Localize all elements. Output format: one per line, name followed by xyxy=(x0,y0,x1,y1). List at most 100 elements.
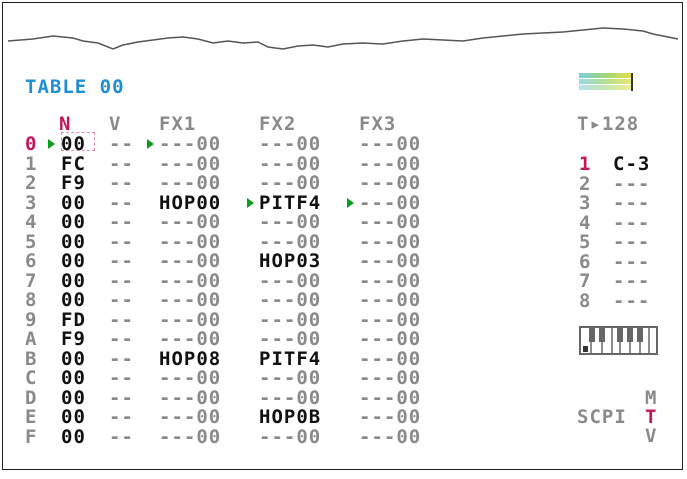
volume-cell[interactable]: -- xyxy=(109,174,134,193)
fx1-cell[interactable]: ---00 xyxy=(159,291,221,310)
row-index: E xyxy=(25,406,38,428)
row-index: 8 xyxy=(25,289,38,311)
fx1-cell[interactable]: ---00 xyxy=(159,330,221,349)
fx2-cell[interactable]: PITF4 xyxy=(259,193,321,213)
fx2-cell[interactable]: ---00 xyxy=(259,174,321,193)
fx1-cell[interactable]: ---00 xyxy=(159,427,221,447)
screen-map-bottom[interactable]: V xyxy=(645,427,657,446)
fx3-cell[interactable]: ---00 xyxy=(359,291,421,310)
volume-cell[interactable]: -- xyxy=(109,291,134,310)
fx3-cell[interactable]: ---00 xyxy=(359,232,421,252)
volume-meter xyxy=(579,73,633,91)
fx1-cell[interactable]: ---00 xyxy=(159,154,221,174)
volume-cell[interactable]: -- xyxy=(109,193,134,213)
fx3-cell[interactable]: ---00 xyxy=(359,349,421,369)
volume-cell[interactable]: -- xyxy=(109,310,134,330)
volume-cell[interactable]: -- xyxy=(109,232,134,252)
note-cell[interactable]: 00 xyxy=(61,252,86,271)
note-cell[interactable]: 00 xyxy=(61,213,86,232)
fx2-cell[interactable]: ---00 xyxy=(259,154,321,174)
volume-cell[interactable]: -- xyxy=(109,330,134,349)
volume-cell[interactable]: -- xyxy=(109,252,134,271)
tempo-indicator[interactable]: T▸128 xyxy=(577,115,639,134)
fx3-cell[interactable]: ---00 xyxy=(359,193,421,213)
screen-map-left[interactable]: SCPI xyxy=(577,408,627,427)
fx1-cell[interactable]: ---00 xyxy=(159,310,221,330)
channel-index: 5 xyxy=(579,231,592,253)
row-index: 2 xyxy=(25,172,38,194)
play-position-arrow-icon xyxy=(48,139,55,149)
fx1-cell[interactable]: ---00 xyxy=(159,369,221,388)
fx3-cell[interactable]: ---00 xyxy=(359,154,421,174)
volume-cell[interactable]: -- xyxy=(109,154,134,174)
fx1-cell[interactable]: ---00 xyxy=(159,232,221,252)
fx1-cell[interactable]: ---00 xyxy=(159,271,221,291)
volume-cell[interactable]: -- xyxy=(109,427,134,447)
fx2-cell[interactable]: ---00 xyxy=(259,369,321,388)
row-index: A xyxy=(25,328,38,350)
fx3-cell[interactable]: ---00 xyxy=(359,135,421,154)
fx1-cell[interactable]: ---00 xyxy=(159,408,221,427)
fx3-cell[interactable]: ---00 xyxy=(359,388,421,408)
fx1-cell[interactable]: ---00 xyxy=(159,174,221,193)
channel-note: --- xyxy=(613,192,651,214)
fx2-cell[interactable]: ---00 xyxy=(259,271,321,291)
note-cell[interactable]: 00 xyxy=(61,369,86,388)
fx2-cell[interactable]: ---00 xyxy=(259,232,321,252)
note-cell[interactable]: 00 xyxy=(61,135,86,154)
fx1-cell[interactable]: HOP08 xyxy=(159,349,221,369)
note-cell[interactable]: 00 xyxy=(61,388,86,408)
note-cell[interactable]: FC xyxy=(61,154,86,174)
note-cell[interactable]: 00 xyxy=(61,408,86,427)
fx1-cell[interactable]: ---00 xyxy=(159,388,221,408)
fx2-cell[interactable]: HOP03 xyxy=(259,252,321,271)
row-index: 4 xyxy=(25,211,38,233)
volume-cell[interactable]: -- xyxy=(109,408,134,427)
fx3-cell[interactable]: ---00 xyxy=(359,213,421,232)
note-cell[interactable]: 00 xyxy=(61,349,86,369)
note-cell[interactable]: 00 xyxy=(61,271,86,291)
volume-cell[interactable]: -- xyxy=(109,349,134,369)
volume-cell[interactable]: -- xyxy=(109,369,134,388)
table-title: TABLE 00 xyxy=(25,76,125,98)
note-cell[interactable]: 00 xyxy=(61,193,86,213)
fx1-cell[interactable]: ---00 xyxy=(159,252,221,271)
fx3-cell[interactable]: ---00 xyxy=(359,252,421,271)
volume-cell[interactable]: -- xyxy=(109,388,134,408)
fx3-cell[interactable]: ---00 xyxy=(359,369,421,388)
fx2-cell[interactable]: ---00 xyxy=(259,310,321,330)
fx2-cell[interactable]: ---00 xyxy=(259,330,321,349)
row-index: C xyxy=(25,367,38,389)
note-cell[interactable]: F9 xyxy=(61,174,86,193)
fx3-cell[interactable]: ---00 xyxy=(359,408,421,427)
header-fx3: FX3 xyxy=(359,113,397,135)
fx3-cell[interactable]: ---00 xyxy=(359,330,421,349)
note-cell[interactable]: 00 xyxy=(61,232,86,252)
fx3-cell[interactable]: ---00 xyxy=(359,427,421,447)
fx2-cell[interactable]: PITF4 xyxy=(259,349,321,369)
note-cell[interactable]: FD xyxy=(61,310,86,330)
fx1-cell[interactable]: ---00 xyxy=(159,135,221,154)
fx2-cell[interactable]: HOP0B xyxy=(259,408,321,427)
volume-cell[interactable]: -- xyxy=(109,213,134,232)
fx2-cell[interactable]: ---00 xyxy=(259,388,321,408)
fx1-cell[interactable]: ---00 xyxy=(159,213,221,232)
fx2-cell[interactable]: ---00 xyxy=(259,291,321,310)
fx3-cell[interactable]: ---00 xyxy=(359,174,421,193)
row-index: F xyxy=(25,425,38,448)
note-cell[interactable]: 00 xyxy=(61,427,86,447)
note-cell[interactable]: F9 xyxy=(61,330,86,349)
fx2-cell[interactable]: ---00 xyxy=(259,213,321,232)
fx3-cell[interactable]: ---00 xyxy=(359,310,421,330)
fx2-cell[interactable]: ---00 xyxy=(259,135,321,154)
fx3-cell[interactable]: ---00 xyxy=(359,271,421,291)
play-position-arrow-icon xyxy=(347,197,354,208)
tracker-screen: TABLE 00 N V FX1 FX2 FX3 T▸128 0 00 -- ---0… xyxy=(2,2,683,470)
volume-cell[interactable]: -- xyxy=(109,135,134,154)
row-index: 3 xyxy=(25,191,38,214)
fx2-cell[interactable]: ---00 xyxy=(259,427,321,447)
note-cell[interactable]: 00 xyxy=(61,291,86,310)
row-index: 6 xyxy=(25,250,38,272)
volume-cell[interactable]: -- xyxy=(109,271,134,291)
fx1-cell[interactable]: HOP00 xyxy=(159,193,221,213)
